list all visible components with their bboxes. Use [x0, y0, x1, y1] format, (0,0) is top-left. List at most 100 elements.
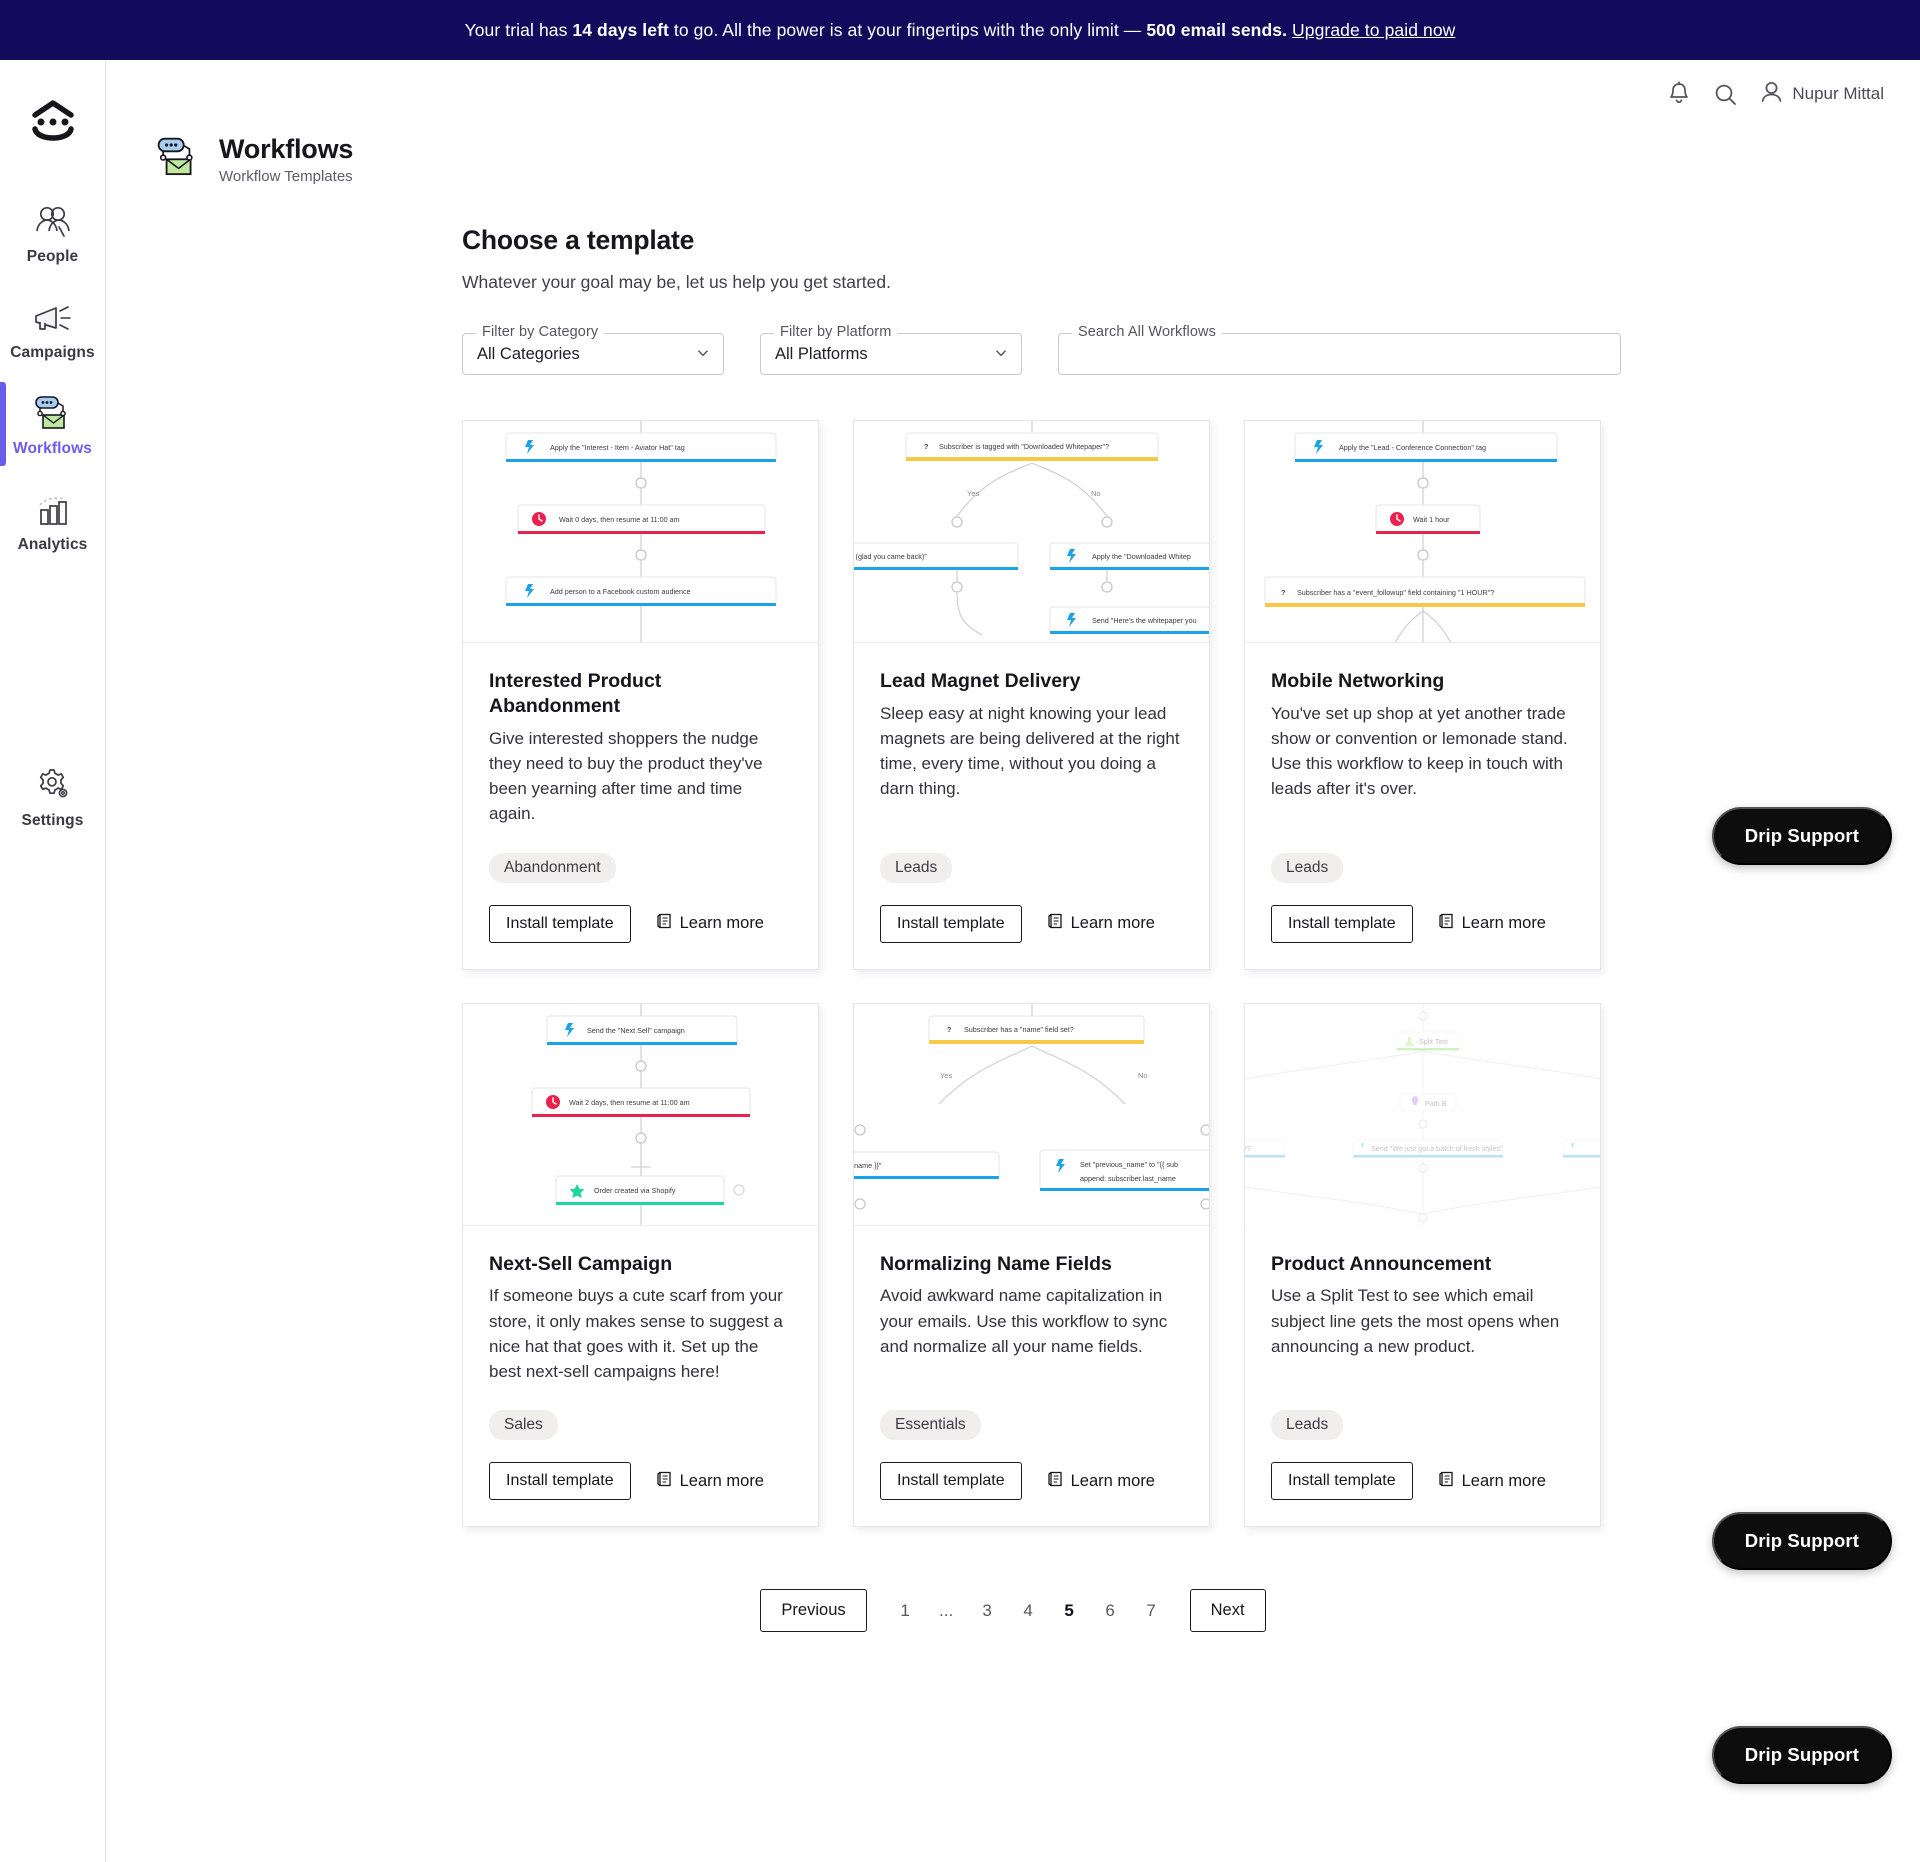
flow-node: Add person to a Facebook custom audience: [505, 576, 777, 606]
install-template-button[interactable]: Install template: [1271, 904, 1413, 943]
flow-node: [1562, 1139, 1600, 1158]
user-name: Nupur Mittal: [1792, 84, 1884, 103]
sidebar-item-campaigns[interactable]: Campaigns: [0, 280, 105, 376]
svg-text:append: subscriber.last_name: append: subscriber.last_name: [1080, 1174, 1176, 1183]
search-icon[interactable]: [1713, 82, 1738, 107]
template-tag: Leads: [880, 852, 953, 883]
template-card[interactable]: ? Subscriber has a "name" field set? Yes…: [853, 1002, 1210, 1528]
page-subtitle: Workflow Templates: [219, 168, 353, 185]
main-area: Nupur Mittal Workflows Workflow Template…: [106, 60, 1920, 1862]
book-icon: [1047, 913, 1063, 934]
pagination-page-7[interactable]: 7: [1131, 1595, 1172, 1627]
svg-text:?: ?: [1281, 588, 1285, 597]
trial-prefix: Your trial has: [464, 19, 573, 40]
svg-text:Send "We just got a batch of f: Send "We just got a batch of fresh style…: [1371, 1144, 1503, 1153]
template-title: Interested Product Abandonment: [489, 670, 662, 717]
learn-more-link[interactable]: Learn more: [1047, 913, 1155, 934]
filter-category[interactable]: Filter by Category All Categories: [462, 324, 724, 375]
svg-text:Add person to a Facebook custo: Add person to a Facebook custom audience: [550, 587, 691, 596]
svg-text:Apply the "Interest - Item - A: Apply the "Interest - Item - Aviator Hat…: [550, 443, 685, 452]
bar-chart-icon: [33, 485, 73, 527]
sidebar-item-workflows[interactable]: Workflows: [0, 376, 105, 472]
sidebar-item-people[interactable]: People: [0, 184, 105, 280]
svg-text:to "{{ subscriber.name }}": to "{{ subscriber.name }}": [854, 1161, 882, 1170]
drip-support-button[interactable]: Drip Support: [1711, 1512, 1892, 1570]
sidebar-item-label: Campaigns: [10, 344, 95, 361]
template-card[interactable]: ? Subscriber is tagged with "Downloaded …: [853, 420, 1210, 970]
filter-category-label: Filter by Category: [476, 324, 605, 340]
sidebar-item-settings[interactable]: Settings: [0, 748, 105, 844]
svg-text:Subscriber has a "event_follow: Subscriber has a "event_followup" field …: [1297, 588, 1494, 597]
learn-more-link[interactable]: Learn more: [1047, 1471, 1155, 1492]
pagination-ellipsis: ...: [939, 1600, 954, 1620]
svg-text:Yes: Yes: [940, 1071, 952, 1080]
template-card[interactable]: Split Test Path B ? Send "We just got a …: [1244, 1002, 1601, 1528]
template-card[interactable]: Apply the "Lead - Conference Connection"…: [1244, 420, 1601, 970]
flow-node: Split Test: [1396, 1031, 1460, 1051]
chevron-down-icon: [995, 345, 1007, 364]
template-tag: Abandonment: [489, 852, 616, 883]
upgrade-link[interactable]: Upgrade to paid now: [1292, 20, 1455, 40]
svg-text:ntable?: ntable?: [1245, 1144, 1251, 1153]
learn-more-link[interactable]: Learn more: [656, 913, 764, 934]
svg-text:?: ?: [947, 1025, 951, 1034]
choose-template-subheading: Whatever your goal may be, let us help y…: [462, 272, 891, 292]
svg-text:Subscriber has a "name" field: Subscriber has a "name" field set?: [964, 1025, 1074, 1034]
filter-platform[interactable]: Filter by Platform All Platforms: [760, 324, 1022, 375]
pagination-page-5[interactable]: 5: [1049, 1595, 1090, 1627]
install-template-button[interactable]: Install template: [880, 1462, 1022, 1501]
app-logo[interactable]: [0, 84, 105, 162]
learn-more-link[interactable]: Learn more: [1438, 1471, 1546, 1492]
pagination-page-1[interactable]: 1: [885, 1595, 926, 1627]
template-card[interactable]: Send the "Next Sell" campaign Wait 2 day…: [462, 1002, 819, 1528]
flow-node: Apply the "Lead - Conference Connection"…: [1294, 432, 1558, 462]
notifications-bell-icon[interactable]: [1667, 81, 1691, 107]
pagination-previous-button[interactable]: Previous: [760, 1589, 867, 1633]
trial-limit: 500 email sends.: [1146, 19, 1288, 40]
pagination-page-3[interactable]: 3: [967, 1595, 1008, 1627]
pagination-page-6[interactable]: 6: [1090, 1595, 1131, 1627]
page-title: Workflows: [219, 134, 354, 164]
drip-support-button[interactable]: Drip Support: [1711, 807, 1892, 865]
trial-banner-text: Your trial has 14 days left to go. All t…: [465, 20, 1456, 41]
svg-text:Wait 0 days, then resume at 11: Wait 0 days, then resume at 11:00 am: [559, 515, 680, 524]
book-icon: [1438, 913, 1454, 934]
install-template-button[interactable]: Install template: [489, 1462, 631, 1501]
svg-text:Set "previous_name" to "{{ sub: Set "previous_name" to "{{ sub: [1080, 1160, 1178, 1169]
book-icon: [656, 1471, 672, 1492]
sidebar-item-label: Analytics: [17, 536, 88, 553]
template-thumbnail: ? Subscriber has a "name" field set? Yes…: [854, 1003, 1209, 1226]
svg-text:Apply the "Downloaded Whitep: Apply the "Downloaded Whitep: [1092, 552, 1191, 561]
template-title: Next-Sell Campaign: [489, 1252, 673, 1275]
drip-support-button[interactable]: Drip Support: [1711, 1726, 1892, 1784]
flow-node: Wait 2 days, then resume at 11:00 am: [531, 1087, 751, 1117]
template-tag: Sales: [489, 1410, 558, 1441]
pagination-page-4[interactable]: 4: [1008, 1595, 1049, 1627]
sidebar-item-analytics[interactable]: Analytics: [0, 472, 105, 568]
search-all-workflows[interactable]: Search All Workflows: [1058, 324, 1621, 375]
sidebar-item-label: People: [26, 248, 79, 265]
install-template-button[interactable]: Install template: [1271, 1462, 1413, 1501]
svg-text:Wait 2 days, then resume at 11: Wait 2 days, then resume at 11:00 am: [569, 1098, 690, 1107]
trial-middle: to go. All the power is at your fingerti…: [668, 19, 1147, 40]
flow-node: Send "We just got a batch of fresh style…: [1352, 1139, 1504, 1158]
svg-text:Split Test: Split Test: [1419, 1037, 1448, 1046]
install-template-button[interactable]: Install template: [880, 904, 1022, 943]
template-card[interactable]: Apply the "Interest - Item - Aviator Hat…: [462, 420, 819, 970]
learn-more-link[interactable]: Learn more: [656, 1471, 764, 1492]
page-header-workflow-icon: [154, 136, 202, 183]
pagination-next-button[interactable]: Next: [1189, 1589, 1266, 1633]
user-menu[interactable]: Nupur Mittal: [1760, 80, 1884, 109]
template-description: If someone buys a cute scarf from your s…: [489, 1286, 783, 1381]
template-thumbnail: Apply the "Lead - Conference Connection"…: [1245, 421, 1600, 643]
flow-node: r whitepaper (glad you came back)": [854, 542, 1019, 570]
sidebar-item-label: Settings: [21, 812, 84, 829]
flow-node: Apply the "Interest - Item - Aviator Hat…: [505, 432, 777, 462]
flow-node: Path B: [1399, 1093, 1457, 1112]
choose-template-heading: Choose a template: [462, 225, 695, 255]
user-avatar-icon: [1760, 80, 1783, 109]
template-thumbnail: Split Test Path B ? Send "We just got a …: [1245, 1003, 1600, 1226]
learn-more-link[interactable]: Learn more: [1438, 913, 1546, 934]
install-template-button[interactable]: Install template: [489, 904, 631, 943]
learn-more-label: Learn more: [679, 914, 764, 933]
